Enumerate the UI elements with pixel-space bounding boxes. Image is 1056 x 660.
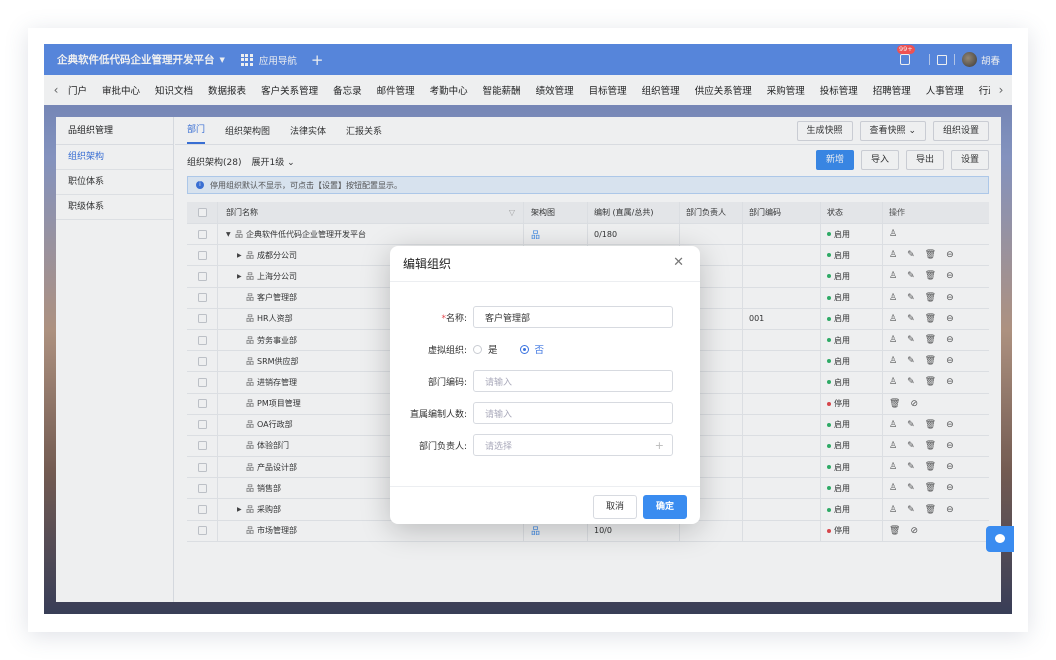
name-label: 名称: (445, 313, 467, 324)
edit-org-dialog: 编辑组织 ✕ *名称: 客户管理部 虚拟组织: 是 否 部门编码: 请输入 直属… (390, 246, 700, 524)
quota-input[interactable]: 请输入 (473, 402, 673, 424)
radio-no[interactable]: 否 (519, 342, 544, 356)
code-label: 部门编码: (427, 377, 467, 388)
virtual-label: 虚拟组织: (427, 345, 467, 356)
quota-row: 直属编制人数: 请输入 (390, 401, 700, 425)
confirm-button[interactable]: 确定 (643, 495, 688, 519)
leader-label: 部门负责人: (418, 441, 467, 452)
quota-label: 直属编制人数: (409, 409, 467, 420)
virtual-row: 虚拟组织: 是 否 (390, 337, 700, 361)
code-input[interactable]: 请输入 (473, 370, 673, 392)
cancel-button[interactable]: 取消 (593, 495, 638, 519)
chat-icon[interactable] (986, 526, 1014, 552)
name-row: *名称: 客户管理部 (390, 305, 700, 329)
dialog-footer: 取消 确定 (390, 486, 700, 524)
radio-yes[interactable]: 是 (473, 342, 498, 356)
dialog-title: 编辑组织 (390, 246, 700, 282)
close-icon[interactable]: ✕ (673, 255, 684, 270)
leader-row: 部门负责人: 请选择 + (390, 433, 700, 457)
app-window: 企典软件低代码企业管理开发平台 ▼ 应用导航 + 99+ 胡春 ‹ 门户 审批中心… (44, 44, 1012, 614)
code-row: 部门编码: 请输入 (390, 369, 700, 393)
leader-select[interactable]: 请选择 + (473, 434, 673, 456)
name-input[interactable]: 客户管理部 (473, 306, 673, 328)
plus-icon: + (654, 438, 664, 452)
